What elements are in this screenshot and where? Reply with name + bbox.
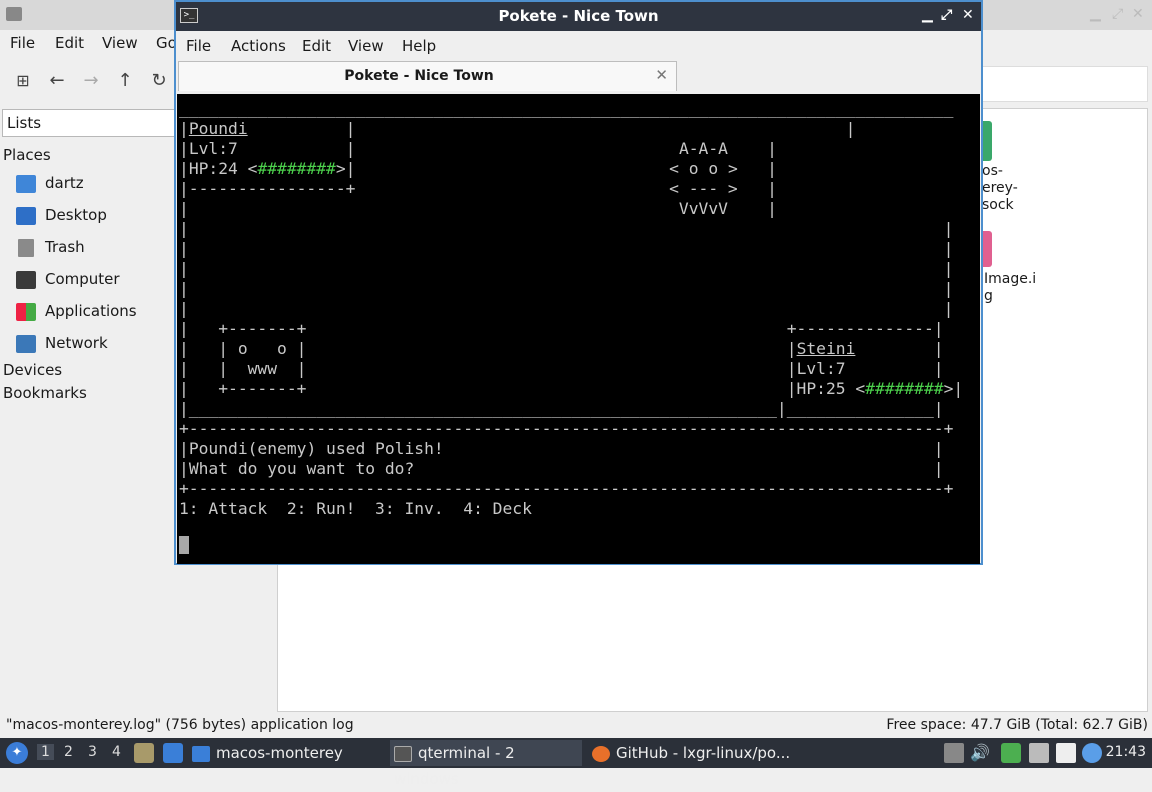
terminal-titlebar[interactable]: >_ Pokete - Nice Town ▁ ⤢ ✕ (176, 2, 981, 31)
player-level: Lvl:7 (796, 359, 846, 378)
sidebar-item-label: Computer (45, 270, 120, 288)
player-hp-bar: ######## (865, 379, 944, 398)
player-art-line: | o o | (218, 339, 307, 358)
show-desktop-icon[interactable] (163, 743, 183, 763)
reload-icon[interactable]: ↻ (146, 68, 172, 94)
task-qterminal[interactable]: qterminal - 2 windows (390, 740, 582, 788)
file-name[interactable]: os- erey- sock (982, 163, 1018, 214)
close-icon[interactable]: ✕ (962, 7, 974, 23)
menu-edit[interactable]: Edit (302, 37, 331, 55)
battle-options: 1: Attack 2: Run! 3: Inv. 4: Deck (179, 499, 532, 518)
sidebar-item-label: Applications (45, 302, 137, 320)
update-tray-icon[interactable] (1001, 743, 1021, 763)
folder-icon (192, 745, 210, 762)
minimize-icon[interactable]: ▁ (922, 7, 933, 23)
terminal-screen[interactable]: ________________________________________… (177, 94, 980, 564)
window-title: Pokete - Nice Town (498, 7, 659, 25)
player-art-line: | www | (218, 359, 307, 378)
fm-menu-view[interactable]: View (102, 34, 138, 52)
bookmarks-heading: Bookmarks (3, 384, 87, 402)
terminal-icon (394, 745, 412, 762)
player-hp: HP:25 (796, 379, 846, 398)
status-selection: "macos-monterey.log" (756 bytes) applica… (6, 717, 354, 733)
fm-menu-edit[interactable]: Edit (55, 34, 84, 52)
volume-icon[interactable]: 🔊 (970, 743, 990, 763)
network-tray-icon[interactable] (1029, 743, 1049, 763)
workspace-3[interactable]: 3 (88, 744, 97, 760)
status-free-space: Free space: 47.7 GiB (Total: 62.7 GiB) (886, 717, 1148, 733)
home-folder-icon (16, 175, 36, 193)
taskbar: ✦ 1 2 3 4 macos-monterey qterminal - 2 w… (0, 738, 1152, 788)
maximize-icon[interactable]: ⤢ (941, 7, 952, 23)
terminal-window: >_ Pokete - Nice Town ▁ ⤢ ✕ File Actions… (174, 0, 983, 565)
workspace-4[interactable]: 4 (112, 744, 121, 760)
terminal-menubar: File Actions Edit View Help (176, 33, 981, 59)
sidebar-mode-label: Lists (7, 114, 42, 132)
tab-close-icon[interactable]: ✕ (655, 66, 668, 84)
sidebar-item-label: dartz (45, 174, 84, 192)
network-icon (16, 335, 36, 353)
clipboard-tray-icon[interactable] (944, 743, 964, 763)
folder-app-icon (6, 7, 22, 21)
terminal-cursor (179, 536, 189, 554)
player-name: Steini (796, 339, 856, 358)
file-manager-launcher-icon[interactable] (134, 743, 154, 763)
firefox-icon (592, 745, 610, 762)
tab-label: Pokete - Nice Town (344, 68, 494, 84)
close-icon[interactable]: ✕ (1132, 6, 1144, 22)
battle-prompt: What do you want to do? (188, 459, 415, 478)
notification-icon[interactable] (1082, 743, 1102, 763)
applications-icon (16, 303, 36, 321)
desktop-icon (16, 207, 36, 225)
start-menu-icon[interactable]: ✦ (6, 742, 28, 764)
enemy-art-line: VvVvV (678, 199, 728, 218)
sidebar-item-label: Desktop (45, 206, 107, 224)
computer-icon (16, 271, 36, 289)
enemy-hp-bar: ######## (257, 159, 336, 178)
tab-pokete[interactable]: Pokete - Nice Town ✕ (178, 61, 677, 91)
forward-arrow-icon[interactable]: → (78, 68, 104, 94)
devices-heading: Devices (3, 361, 63, 379)
enemy-level: Lvl:7 (188, 139, 238, 158)
clock: 21:43 (1105, 744, 1146, 760)
pokete-game-screen: ________________________________________… (179, 99, 964, 518)
enemy-art-line: A-A-A (678, 139, 728, 158)
task-file-manager[interactable]: macos-monterey (192, 740, 382, 766)
menu-help[interactable]: Help (402, 37, 436, 55)
sidebar-item-label: Trash (45, 238, 85, 256)
enemy-art-line: < o o > (669, 159, 738, 178)
workspace-2[interactable]: 2 (64, 744, 73, 760)
enemy-hp: HP:24 (188, 159, 238, 178)
up-arrow-icon[interactable]: ↑ (112, 68, 138, 94)
back-arrow-icon[interactable]: ← (44, 68, 70, 94)
menu-view[interactable]: View (348, 37, 384, 55)
fm-menu-file[interactable]: File (10, 34, 35, 52)
battle-message: Poundi(enemy) used Polish! (188, 439, 444, 458)
workspace-1[interactable]: 1 (37, 744, 54, 760)
status-bar: "macos-monterey.log" (756 bytes) applica… (0, 714, 1152, 738)
task-firefox[interactable]: GitHub - lxgr-linux/po... (592, 740, 792, 766)
maximize-icon[interactable]: ⤢ (1112, 6, 1123, 22)
enemy-name: Poundi (188, 119, 248, 138)
enemy-art-line: < --- > (669, 179, 738, 198)
notes-tray-icon[interactable] (1056, 743, 1076, 763)
menu-file[interactable]: File (186, 37, 211, 55)
new-tab-icon[interactable]: ⊞ (10, 68, 36, 94)
sidebar-item-label: Network (45, 334, 108, 352)
file-name[interactable]: Image.i g (984, 271, 1036, 305)
path-bar[interactable] (980, 66, 1148, 102)
places-heading: Places (3, 146, 51, 164)
menu-actions[interactable]: Actions (231, 37, 286, 55)
minimize-icon[interactable]: ▁ (1090, 6, 1101, 22)
trash-icon (18, 239, 34, 257)
